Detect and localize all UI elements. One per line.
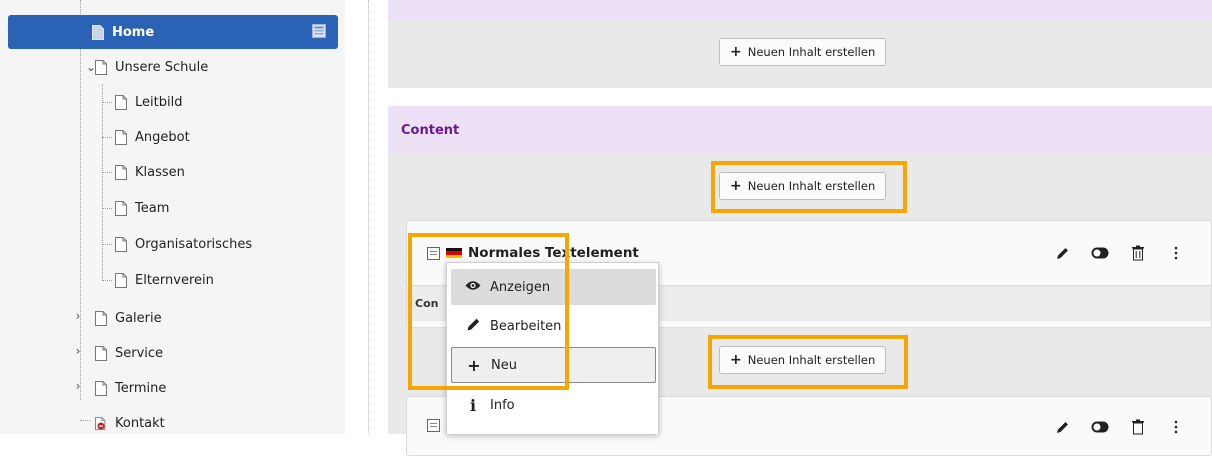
tree-item-label: Team	[135, 200, 170, 216]
page-icon	[115, 236, 127, 252]
tree-item-organisatorisches[interactable]: Organisatorisches	[115, 227, 252, 261]
tree-item-home[interactable]: Home	[8, 15, 338, 49]
context-menu-item-info[interactable]: i Info	[451, 387, 656, 423]
tree-item-leitbild[interactable]: Leitbild	[115, 85, 182, 119]
page-icon	[115, 94, 127, 110]
tree-connector	[102, 137, 112, 138]
column-header-top	[388, 0, 1212, 20]
highlight-box	[708, 335, 908, 389]
page-icon	[115, 200, 127, 216]
panel-divider[interactable]	[368, 0, 369, 434]
button-label: Neuen Inhalt erstellen	[747, 45, 876, 59]
tree-item-label: Elternverein	[135, 272, 214, 288]
edit-pencil-icon[interactable]	[1053, 244, 1071, 262]
page-icon	[95, 59, 107, 75]
tree-item-label: Termine	[115, 380, 167, 396]
column-title: Content	[401, 122, 460, 138]
collapse-toggle-icon[interactable]: ›	[72, 379, 84, 393]
tree-connector	[102, 208, 112, 209]
tree-item-label: Unsere Schule	[115, 59, 209, 75]
more-options-icon[interactable]	[1167, 244, 1185, 262]
tree-item-label: Galerie	[115, 310, 162, 326]
tree-item-klassen[interactable]: Klassen	[115, 155, 185, 189]
page-icon	[95, 380, 107, 396]
tree-item-kontakt[interactable]: Kontakt	[95, 406, 165, 440]
page-tree: Home ⌄ Unsere Schule Leitbild Angebot Kl…	[0, 0, 345, 434]
new-content-button[interactable]: + Neuen Inhalt erstellen	[719, 38, 887, 66]
tree-connector	[102, 84, 103, 281]
menu-item-label: Info	[490, 397, 515, 413]
tree-item-service[interactable]: Service	[95, 336, 163, 370]
page-icon	[115, 272, 127, 288]
tree-item-label: Klassen	[135, 164, 185, 180]
highlight-box	[711, 161, 907, 213]
tree-item-label: Leitbild	[135, 94, 183, 110]
tree-item-elternverein[interactable]: Elternverein	[115, 263, 214, 297]
plus-icon: +	[730, 44, 742, 60]
tree-item-label: Home	[112, 24, 155, 40]
tree-connector	[102, 280, 112, 281]
tree-item-label: Kontakt	[115, 415, 165, 431]
tree-item-label: Service	[115, 345, 164, 361]
edit-pencil-icon[interactable]	[1053, 418, 1071, 436]
highlight-box	[408, 233, 569, 390]
page-icon	[95, 345, 107, 361]
toggle-visibility-icon[interactable]	[1091, 418, 1109, 436]
tree-connector	[102, 102, 112, 103]
delete-trash-icon[interactable]	[1129, 244, 1147, 262]
delete-trash-icon[interactable]	[1129, 418, 1147, 436]
collapse-toggle-icon[interactable]: ›	[72, 344, 84, 358]
info-icon: i	[469, 395, 477, 415]
page-icon	[115, 129, 127, 145]
tree-item-galerie[interactable]: Galerie	[95, 301, 162, 335]
collapse-toggle-icon[interactable]: ›	[72, 309, 84, 323]
tree-item-team[interactable]: Team	[115, 191, 169, 225]
tree-item-angebot[interactable]: Angebot	[115, 120, 190, 154]
tree-item-termine[interactable]: Termine	[95, 371, 166, 405]
toggle-visibility-icon[interactable]	[1091, 244, 1109, 262]
tree-connector	[102, 244, 112, 245]
page-settings-icon[interactable]	[312, 24, 326, 38]
more-options-icon[interactable]	[1167, 418, 1185, 436]
page-icon	[115, 164, 127, 180]
text-element-icon	[427, 419, 440, 432]
tree-connector	[80, 0, 81, 400]
tree-item-label: Angebot	[135, 129, 190, 145]
tree-item-unsere-schule[interactable]: Unsere Schule	[95, 50, 208, 84]
tree-item-label: Organisatorisches	[135, 236, 253, 252]
tree-connector	[102, 172, 112, 173]
column-header: Content	[388, 106, 1212, 154]
page-icon	[92, 24, 104, 40]
page-restricted-icon	[95, 416, 106, 430]
tree-connector	[80, 420, 90, 421]
page-icon	[95, 310, 107, 326]
